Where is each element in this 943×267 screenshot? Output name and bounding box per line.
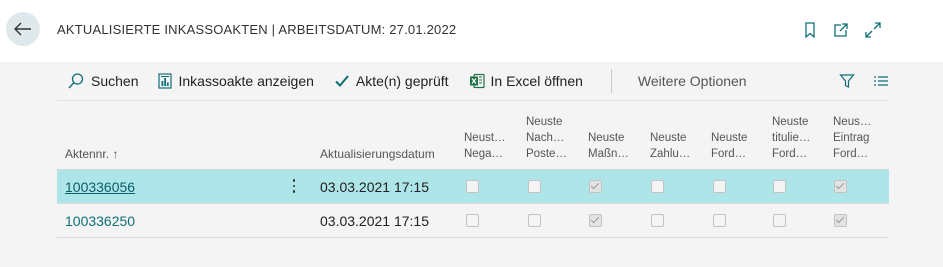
show-file-label: Inkassoakte anzeigen (178, 73, 314, 89)
filter-icon[interactable] (839, 73, 855, 89)
list-view-icon[interactable] (873, 73, 889, 89)
table-row[interactable]: 100336250 03.03.2021 17:15 (57, 204, 889, 238)
expand-icon[interactable] (864, 21, 882, 39)
column-header-line: Neuste (588, 132, 625, 144)
column-header-neuste-eintrag-forderung[interactable]: Neus… Eintrag Ford… (833, 114, 881, 162)
column-header-line: Ford… (833, 148, 869, 160)
open-excel-button[interactable]: In Excel öffnen (469, 73, 583, 89)
toolbar-right-actions (839, 62, 889, 100)
checkbox-neuste-eintrag-forderung (834, 180, 847, 193)
action-toolbar: Suchen Inkassoakte anzeigen Akte(n) gepr… (57, 62, 889, 100)
page-header: AKTUALISIERTE INKASSOAKTEN | ARBEITSDATU… (0, 0, 943, 62)
aktennr-link[interactable]: 100336250 (65, 213, 135, 229)
row-actions-menu-icon[interactable] (286, 175, 302, 197)
column-header-line: titulie… (772, 132, 811, 144)
checkbox-neuste-titulierte-forderung (773, 180, 786, 193)
table-row[interactable]: 100336056 03.03.2021 17:15 (57, 170, 889, 204)
data-grid: Aktennr. ↑ Aktualisierungsdatum Neust… N… (57, 100, 889, 238)
column-header-neuste-zahlung[interactable]: Neuste Zahlu… (650, 130, 698, 162)
excel-icon (469, 73, 485, 89)
column-header-line: Neuste (711, 132, 748, 144)
checkbox-neuste-massnahme (589, 214, 602, 227)
checkbox-neuste-negativ (466, 180, 479, 193)
column-header-line: Nach… (526, 132, 565, 144)
checkbox-neuste-nachposten (528, 214, 541, 227)
page-title: AKTUALISIERTE INKASSOAKTEN | ARBEITSDATU… (57, 22, 457, 37)
column-header-neuste-titulierte-forderung[interactable]: Neuste titulie… Ford… (772, 114, 820, 162)
open-new-window-icon[interactable] (832, 21, 850, 39)
toolbar-divider (610, 69, 612, 93)
checkbox-neuste-forderung (713, 214, 726, 227)
checkmark-icon (335, 75, 349, 87)
mark-checked-button[interactable]: Akte(n) geprüft (334, 73, 449, 89)
show-file-button[interactable]: Inkassoakte anzeigen (158, 73, 314, 89)
mark-checked-label: Akte(n) geprüft (355, 73, 449, 89)
column-header-line: Neuste (772, 116, 809, 128)
column-header-aktualisierungsdatum[interactable]: Aktualisierungsdatum (320, 146, 435, 162)
checkbox-neuste-negativ (466, 214, 479, 227)
column-header-line: Neust… (464, 132, 506, 144)
column-header-neuste-nachposten[interactable]: Neuste Nach… Poste… (526, 114, 574, 162)
column-header-line: Ford… (772, 148, 808, 160)
search-label: Suchen (91, 73, 139, 89)
column-header-aktennr[interactable]: Aktennr. ↑ (65, 146, 118, 162)
checkbox-neuste-zahlung (651, 180, 664, 193)
aktualisierungsdatum-cell: 03.03.2021 17:15 (320, 179, 429, 195)
aktualisierungsdatum-cell: 03.03.2021 17:15 (320, 213, 429, 229)
column-header-line: Neuste (650, 132, 687, 144)
grid-header: Aktennr. ↑ Aktualisierungsdatum Neust… N… (57, 100, 889, 170)
checkbox-neuste-titulierte-forderung (773, 214, 786, 227)
column-header-neuste-forderung[interactable]: Neuste Ford… (711, 130, 759, 162)
checkbox-neuste-nachposten (528, 180, 541, 193)
column-header-line: Eintrag (833, 132, 870, 144)
back-button[interactable] (6, 12, 40, 46)
column-header-line: Zahlu… (650, 148, 691, 160)
column-header-line: Ford… (711, 148, 747, 160)
checkbox-neuste-eintrag-forderung (834, 214, 847, 227)
open-excel-label: In Excel öffnen (490, 73, 583, 89)
column-header-line: Nega… (464, 148, 503, 160)
search-button[interactable]: Suchen (67, 72, 138, 90)
column-header-neuste-negativ[interactable]: Neust… Nega… (464, 130, 512, 162)
bookmark-icon[interactable] (801, 21, 819, 39)
aktennr-link[interactable]: 100336056 (65, 179, 135, 195)
column-header-line: Maßn… (588, 148, 629, 160)
report-icon (158, 73, 173, 89)
column-header-line: Poste… (526, 148, 567, 160)
checkbox-neuste-massnahme (589, 180, 602, 193)
search-icon (68, 73, 84, 89)
checkbox-neuste-zahlung (651, 214, 664, 227)
more-options-button[interactable]: Weitere Optionen (638, 73, 747, 89)
column-header-line: Neuste (526, 116, 563, 128)
column-header-line: Neus… (833, 116, 872, 128)
back-arrow-icon (14, 22, 31, 36)
checkbox-neuste-forderung (713, 180, 726, 193)
column-header-neuste-massnahme[interactable]: Neuste Maßn… (588, 130, 636, 162)
